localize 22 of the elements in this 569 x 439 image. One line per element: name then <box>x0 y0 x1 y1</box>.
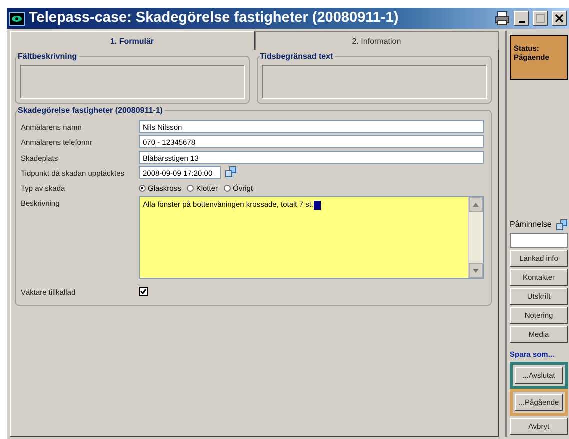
window-title: Telepass-case: Skadegörelse fastigheter (20080911-1) <box>29 8 399 28</box>
calendar-picker-icon[interactable] <box>225 166 237 178</box>
tab[interactable]: 1. Formulär <box>10 31 254 50</box>
reminder-picker-icon[interactable] <box>556 218 568 231</box>
tab[interactable]: 2. Information <box>254 31 499 50</box>
reminder-field[interactable] <box>510 232 568 248</box>
maximize-icon <box>536 14 545 23</box>
app-icon <box>9 12 25 26</box>
group-title: Tidsbegränsad text <box>260 51 336 63</box>
minimize-button[interactable] <box>514 11 529 26</box>
close-button[interactable] <box>552 11 567 26</box>
close-icon <box>555 14 564 23</box>
minimize-icon <box>518 20 524 22</box>
scroll-down-icon[interactable] <box>473 268 479 273</box>
reminder-label: Påminnelse <box>510 218 552 231</box>
scroll-up-icon[interactable] <box>473 202 479 207</box>
group-title: Fältbeskrivning <box>18 51 80 63</box>
print-icon[interactable] <box>495 11 510 26</box>
text-cursor <box>314 200 321 210</box>
maximize-button[interactable] <box>533 11 548 26</box>
checkbox[interactable] <box>139 287 148 296</box>
group-title: Skadegörelse fastigheter (20080911-1) <box>18 105 165 117</box>
